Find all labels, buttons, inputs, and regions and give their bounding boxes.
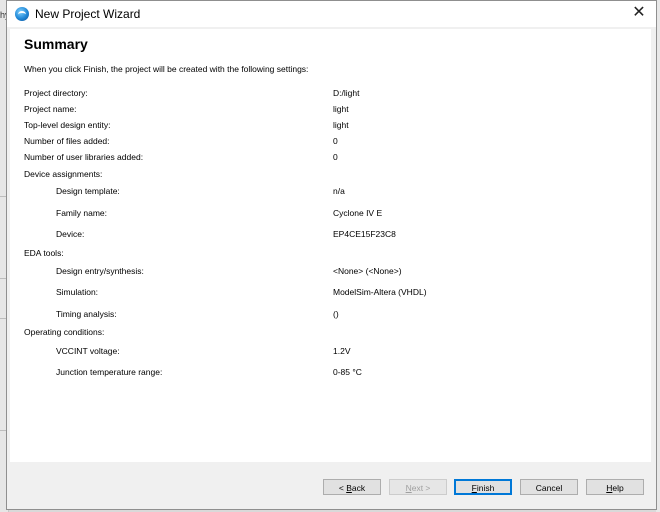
new-project-wizard-dialog: New Project Wizard ✕ Summary When you cl… <box>6 0 657 510</box>
device-value: EP4CE15F23C8 <box>333 229 396 239</box>
project-name-value: light <box>333 104 349 114</box>
files-added-value: 0 <box>333 136 338 146</box>
user-libraries-label: Number of user libraries added: <box>24 152 144 162</box>
summary-panel: Summary When you click Finish, the proje… <box>10 29 651 462</box>
project-directory-label: Project directory: <box>24 88 88 98</box>
help-button[interactable]: Help <box>586 479 644 495</box>
timing-analysis-label: Timing analysis: <box>56 309 117 319</box>
family-name-value: Cyclone IV E <box>333 208 383 218</box>
page-title: Summary <box>24 36 88 52</box>
quartus-app-icon <box>15 7 29 21</box>
project-directory-value: D:/light <box>333 88 360 98</box>
vccint-voltage-value: 1.2V <box>333 346 351 356</box>
project-name-label: Project name: <box>24 104 77 114</box>
family-name-label: Family name: <box>56 208 108 218</box>
next-button[interactable]: Next > <box>389 479 447 495</box>
user-libraries-value: 0 <box>333 152 338 162</box>
files-added-label: Number of files added: <box>24 136 110 146</box>
design-template-label: Design template: <box>56 186 120 196</box>
simulation-value: ModelSim-Altera (VHDL) <box>333 287 427 297</box>
simulation-label: Simulation: <box>56 287 99 297</box>
top-level-entity-value: light <box>333 120 349 130</box>
window-title: New Project Wizard <box>35 7 141 21</box>
close-button[interactable]: ✕ <box>622 1 656 27</box>
title-bar[interactable]: New Project Wizard ✕ <box>7 1 656 27</box>
summary-intro: When you click Finish, the project will … <box>24 64 309 74</box>
timing-analysis-value: () <box>333 309 339 319</box>
cancel-button[interactable]: Cancel <box>520 479 578 495</box>
top-level-entity-label: Top-level design entity: <box>24 120 111 130</box>
operating-conditions-label: Operating conditions: <box>24 327 105 337</box>
junction-temp-label: Junction temperature range: <box>56 367 163 377</box>
finish-button[interactable]: Finish <box>454 479 512 495</box>
device-label: Device: <box>56 229 85 239</box>
vccint-voltage-label: VCCINT voltage: <box>56 346 120 356</box>
design-template-value: n/a <box>333 186 345 196</box>
back-button[interactable]: < Back <box>323 479 381 495</box>
design-entry-label: Design entry/synthesis: <box>56 266 144 276</box>
eda-tools-label: EDA tools: <box>24 248 64 258</box>
device-assignments-label: Device assignments: <box>24 169 103 179</box>
junction-temp-value: 0-85 °C <box>333 367 362 377</box>
design-entry-value: <None> (<None>) <box>333 266 402 276</box>
